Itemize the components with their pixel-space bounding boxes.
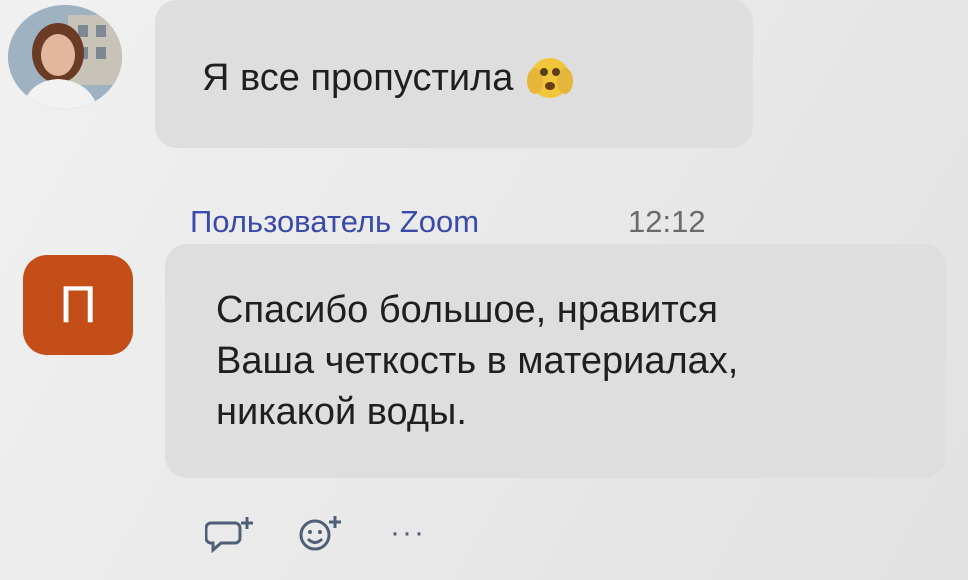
sender-avatar[interactable]: П [23,255,133,355]
message-2-text: Спасибо большое, нравится Ваша четкость … [216,289,739,433]
user-avatar-photo[interactable] [8,5,122,109]
emoji-plus-icon[interactable] [293,513,347,553]
message-bubble-2[interactable]: Спасибо большое, нравится Ваша четкость … [165,244,946,478]
shocked-face-emoji-icon [523,55,577,101]
more-options-icon[interactable]: ··· [381,513,435,553]
sender-name[interactable]: Пользователь Zoom [190,204,479,240]
message-1-content: Я все пропустила [202,55,577,101]
message-bubble-1[interactable]: Я все пропустила [155,0,753,148]
message-1-text: Я все пропустила [202,57,514,99]
avatar-photo-image [8,5,122,109]
message-actions: ··· [205,513,435,553]
message-timestamp: 12:12 [628,204,706,239]
avatar-initial-letter: П [59,276,97,334]
comment-plus-icon[interactable] [205,513,259,553]
